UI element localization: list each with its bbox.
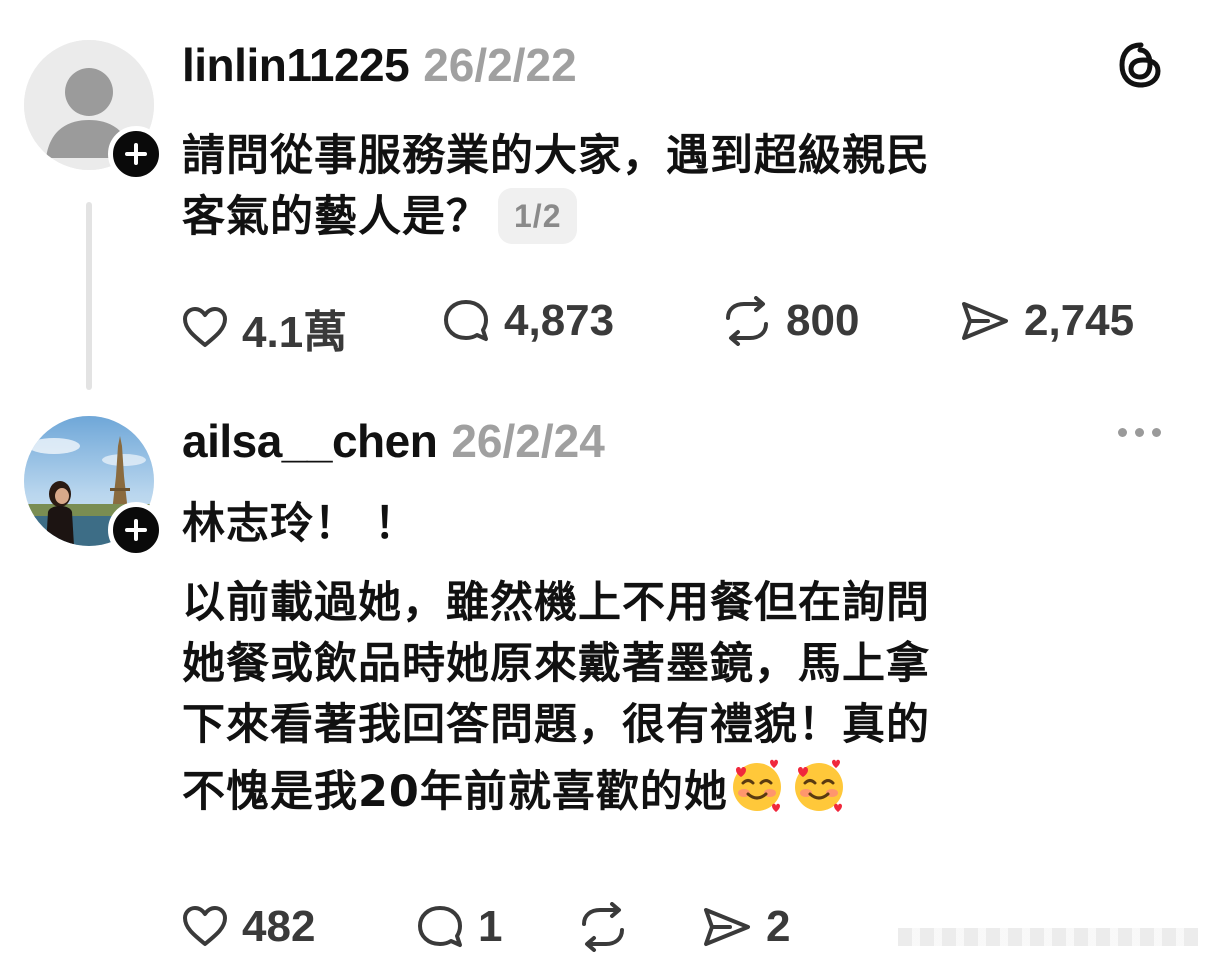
username[interactable]: linlin11225: [182, 38, 410, 92]
repost-button[interactable]: [576, 902, 642, 952]
smiling-face-with-hearts-emoji: [728, 756, 786, 831]
username[interactable]: ailsa__chen: [182, 414, 438, 468]
reply-count: 1: [478, 902, 503, 951]
reply-count: 4,873: [504, 296, 615, 345]
like-count: 482: [242, 902, 316, 951]
follow-button[interactable]: [108, 126, 164, 182]
repost-button[interactable]: 800: [720, 296, 859, 346]
share-count: 2: [766, 902, 791, 951]
share-button[interactable]: 2,745: [958, 296, 1134, 346]
post-header: ailsa__chen 26/2/24: [182, 414, 605, 468]
post-text-line: 下來看著我回答問題，很有禮貌！真的: [182, 700, 930, 750]
more-options-icon[interactable]: [1118, 428, 1161, 437]
comment-icon: [444, 300, 488, 341]
like-button[interactable]: 482: [180, 902, 315, 952]
reply-button[interactable]: 1: [414, 902, 502, 952]
post-text-line: 林志玲！ ！: [182, 499, 418, 549]
post-text-line-2: 客氣的藝人是？ 1/2: [182, 187, 1162, 248]
post-body: 請問從事服務業的大家，遇到超級親民 客氣的藝人是？ 1/2: [182, 126, 1162, 248]
post-text-line: 她餐或飲品時她原來戴著墨鏡，馬上拿: [182, 639, 930, 689]
threads-logo-icon[interactable]: [1116, 40, 1166, 95]
smiling-face-with-hearts-emoji: [790, 756, 848, 831]
watermark: [898, 928, 1198, 946]
comment-icon: [418, 906, 462, 947]
plus-icon: [125, 143, 147, 165]
thread-line: [86, 202, 92, 390]
post-body: 林志玲！ ！ 以前載過她，雖然機上不用餐但在詢問 她餐或飲品時她原來戴著墨鏡，馬…: [182, 494, 1172, 831]
reply-button[interactable]: 4,873: [440, 296, 614, 346]
repost-count: 800: [786, 296, 860, 345]
post-text-line: 請問從事服務業的大家，遇到超級親民: [182, 131, 930, 181]
post-text-line: 不愧是我20年前就喜歡的她: [182, 767, 728, 817]
repost-icon: [582, 902, 624, 952]
share-count: 2,745: [1024, 296, 1135, 345]
page-indicator[interactable]: 1/2: [498, 187, 578, 244]
share-button[interactable]: 2: [700, 902, 790, 952]
post-date: 26/2/24: [451, 415, 605, 467]
repost-icon: [726, 296, 768, 346]
heart-icon: [183, 906, 227, 946]
like-button[interactable]: 4.1萬: [180, 296, 347, 360]
plus-icon: [125, 519, 147, 541]
send-icon: [704, 908, 750, 946]
follow-button[interactable]: [108, 502, 164, 558]
heart-icon: [183, 307, 227, 347]
post-text-line: 以前載過她，雖然機上不用餐但在詢問: [182, 578, 930, 628]
send-icon: [962, 302, 1008, 340]
post-date: 26/2/22: [423, 39, 577, 91]
like-count: 4.1萬: [242, 308, 348, 357]
post-text-line: 客氣的藝人是？: [182, 192, 490, 242]
post-text-line-5: 不愧是我20年前就喜歡的她: [182, 756, 1172, 831]
post-header: linlin11225 26/2/22: [182, 38, 577, 92]
